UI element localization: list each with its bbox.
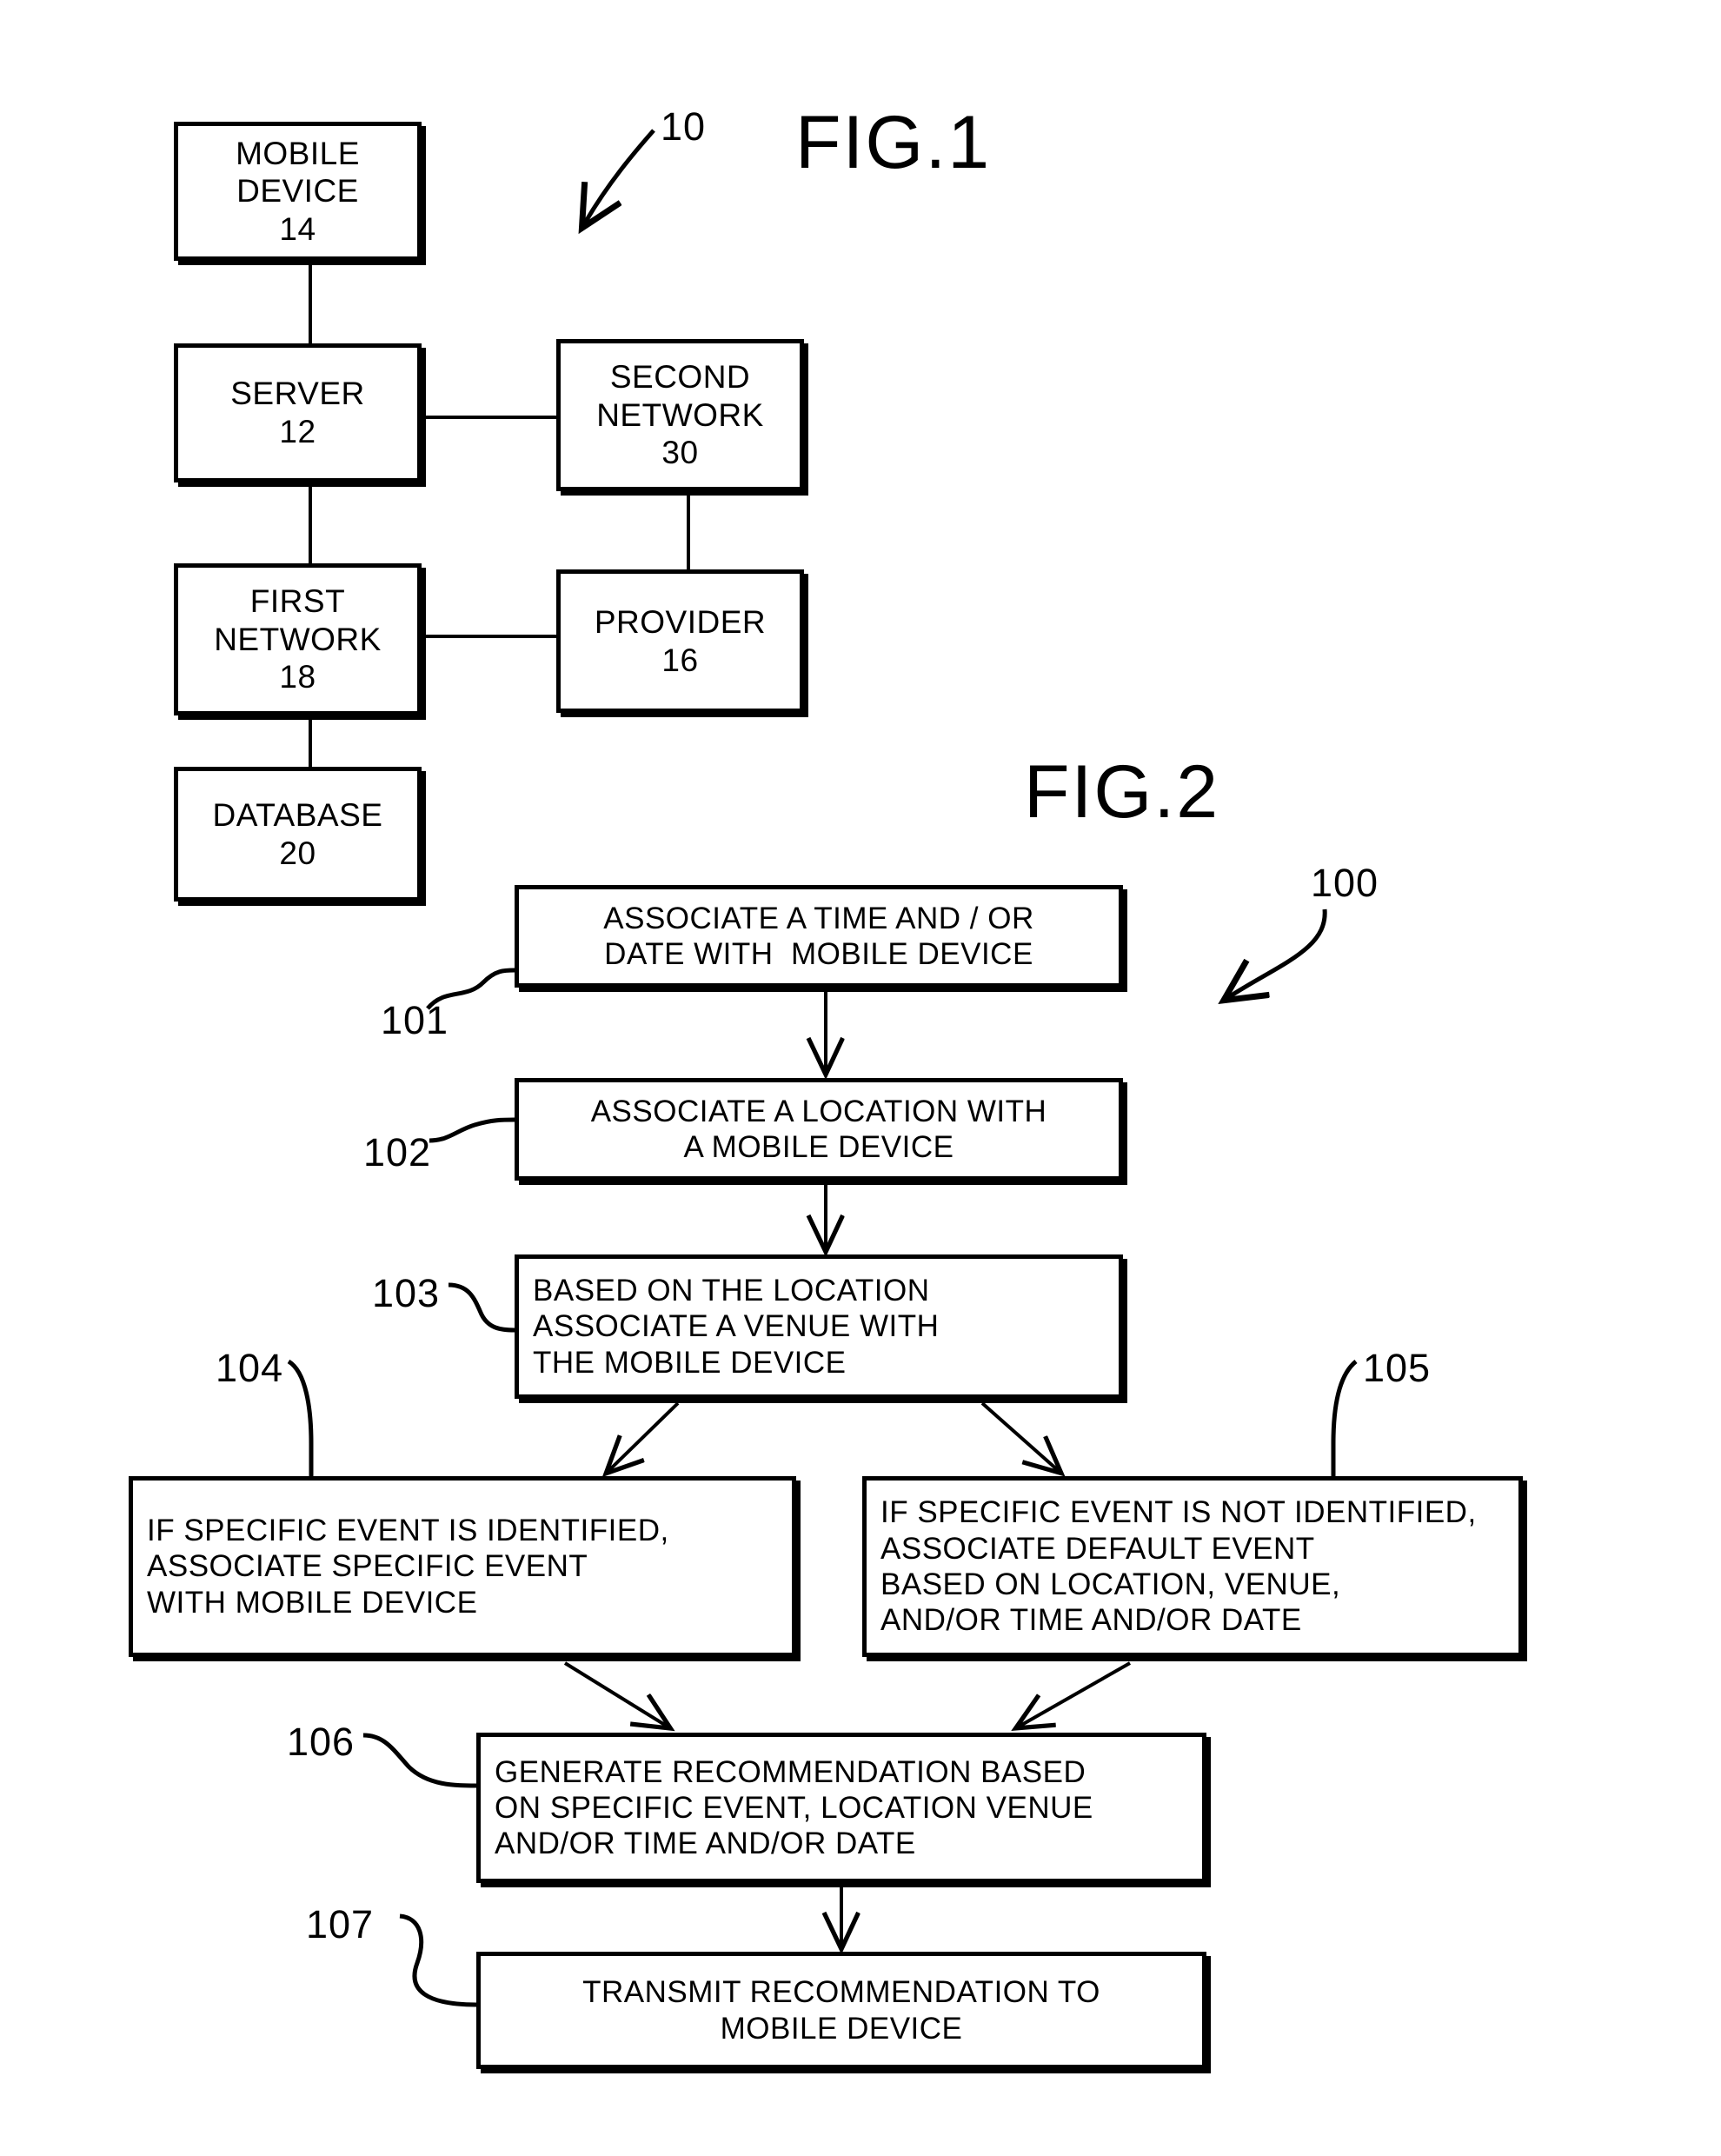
step-line: MOBILE DEVICE [720,2011,963,2046]
leader-line-105 [1331,1360,1358,1476]
figure-2-title: FIG.2 [1024,750,1220,834]
reference-numeral-102: 102 [363,1130,432,1174]
fig2-step-105: IF SPECIFIC EVENT IS NOT IDENTIFIED, ASS… [862,1476,1523,1657]
step-line: ASSOCIATE A VENUE WITH [533,1309,940,1344]
step-line: GENERATE RECOMMENDATION BASED [495,1754,1086,1789]
step-line: DATE WITH MOBILE DEVICE [604,937,1033,971]
step-line: IF SPECIFIC EVENT IS NOT IDENTIFIED, [880,1495,1477,1530]
node-line: NETWORK [214,621,382,657]
connector-first-network-to-provider [422,635,559,638]
step-line: ASSOCIATE DEFAULT EVENT [880,1531,1315,1566]
leader-line-104 [287,1359,314,1476]
step-line: BASED ON THE LOCATION [533,1274,930,1308]
fig2-step-101: ASSOCIATE A TIME AND / OR DATE WITH MOBI… [515,885,1123,988]
step-line: ASSOCIATE SPECIFIC EVENT [147,1549,588,1584]
step-line: AND/OR TIME AND/OR DATE [880,1603,1302,1638]
reference-numeral-103: 103 [372,1271,441,1315]
fig1-node-first-network: FIRST NETWORK 18 [174,563,422,715]
step-line: ASSOCIATE A TIME AND / OR [603,901,1034,935]
flow-arrow-105-106 [1019,1661,1131,1727]
fig1-node-mobile-device: MOBILE DEVICE 14 [174,122,422,261]
node-line: NETWORK [596,396,764,433]
node-reference-numeral: 30 [661,435,699,471]
patent-drawing-sheet: FIG.1 10 MOBILE DEVICE 14 SERVER 12 SECO… [0,0,1721,2156]
step-line: ASSOCIATE A LOCATION WITH [590,1094,1047,1128]
connector-mobile-device-to-server [309,261,312,343]
node-line: SECOND [609,359,751,396]
connector-server-to-second-network [422,416,559,419]
step-line: AND/OR TIME AND/OR DATE [495,1827,916,1861]
reference-numeral-104: 104 [216,1346,284,1390]
reference-numeral-100: 100 [1311,861,1379,905]
node-reference-numeral: 20 [279,835,316,871]
leader-line-103 [448,1282,515,1333]
fig1-node-database: DATABASE 20 [174,767,422,902]
node-line: PROVIDER [594,603,767,640]
reference-numeral-10: 10 [661,104,707,149]
node-line: FIRST [249,583,346,620]
connector-first-network-to-database [309,715,312,769]
fig2-step-104: IF SPECIFIC EVENT IS IDENTIFIED, ASSOCIA… [129,1476,796,1657]
reference-numeral-105: 105 [1363,1346,1432,1390]
node-line: DEVICE [236,173,359,210]
node-line: SERVER [230,376,365,412]
step-line: THE MOBILE DEVICE [533,1345,847,1380]
node-reference-numeral: 14 [279,210,316,247]
reference-numeral-106: 106 [287,1720,355,1764]
leader-line-102 [429,1117,515,1143]
leader-line-107 [399,1913,477,2007]
figure-1-title: FIG.1 [795,101,992,184]
node-reference-numeral: 18 [279,659,316,695]
step-line: BASED ON LOCATION, VENUE, [880,1567,1341,1601]
node-line: MOBILE [236,135,360,171]
fig1-node-second-network: SECOND NETWORK 30 [556,339,804,491]
leader-line-106 [362,1733,477,1788]
step-line: A MOBILE DEVICE [683,1130,954,1164]
reference-numeral-101: 101 [381,998,449,1042]
fig1-node-provider: PROVIDER 16 [556,569,804,713]
leader-line-100 [1227,908,1327,998]
node-reference-numeral: 12 [279,414,316,449]
connector-second-network-to-provider [687,491,690,569]
fig2-step-107: TRANSMIT RECOMMENDATION TO MOBILE DEVICE [476,1952,1206,2069]
connector-server-to-first-network [309,482,312,565]
step-line: WITH MOBILE DEVICE [147,1585,478,1620]
step-line: IF SPECIFIC EVENT IS IDENTIFIED, [147,1514,669,1548]
reference-numeral-107: 107 [306,1902,375,1946]
flow-arrow-103-104 [608,1401,680,1471]
leader-line-10 [584,129,655,224]
flow-arrow-103-105 [980,1401,1059,1471]
step-line: ON SPECIFIC EVENT, LOCATION VENUE [495,1790,1093,1825]
fig1-node-server: SERVER 12 [174,343,422,482]
node-reference-numeral: 16 [661,642,699,678]
step-line: TRANSMIT RECOMMENDATION TO [582,1975,1100,2010]
flow-arrow-104-106 [563,1661,668,1727]
fig2-step-106: GENERATE RECOMMENDATION BASED ON SPECIFI… [476,1733,1206,1883]
fig2-step-103: BASED ON THE LOCATION ASSOCIATE A VENUE … [515,1254,1123,1399]
fig2-step-102: ASSOCIATE A LOCATION WITH A MOBILE DEVIC… [515,1078,1123,1181]
node-line: DATABASE [212,796,383,833]
